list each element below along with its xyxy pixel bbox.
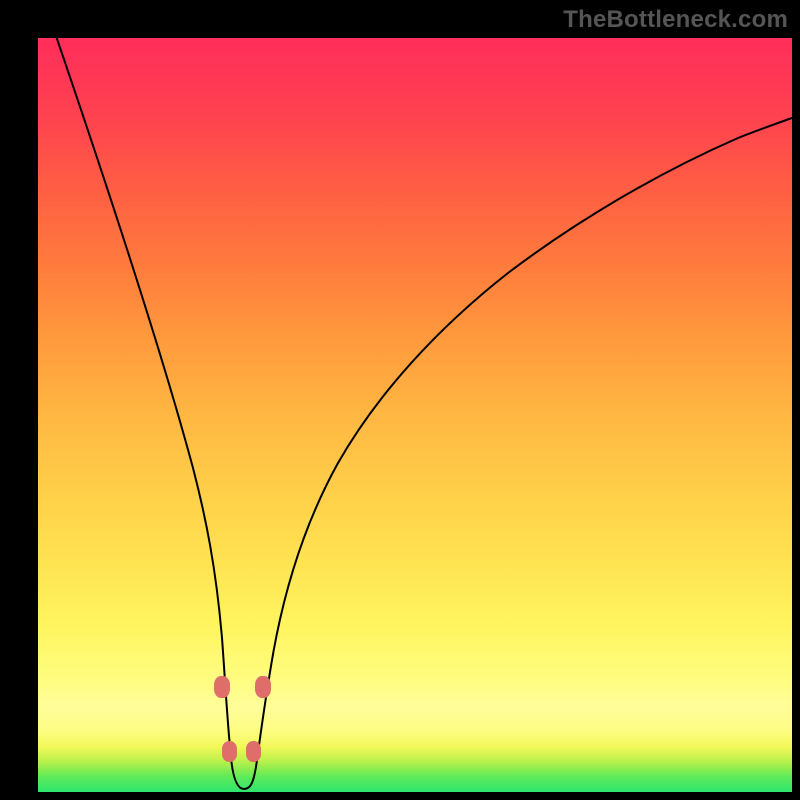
watermark-text: TheBottleneck.com [563, 6, 788, 34]
curve-bead [255, 676, 271, 698]
chart-frame: TheBottleneck.com [0, 0, 800, 800]
curve-bead [214, 676, 230, 698]
bottleneck-curve [43, 38, 792, 789]
curve-bead [246, 741, 261, 762]
bottleneck-curve-svg [38, 38, 792, 792]
curve-bead [222, 741, 237, 762]
gradient-plot-area [38, 38, 792, 792]
